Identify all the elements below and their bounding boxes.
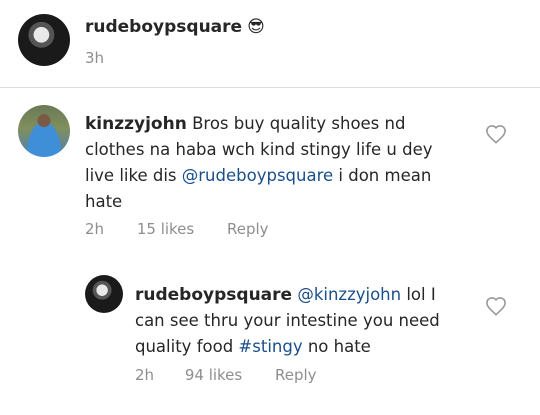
- mention-link[interactable]: @rudeboypsquare: [182, 166, 333, 185]
- comment-author-username[interactable]: kinzzyjohn: [85, 114, 187, 134]
- sunglasses-emoji: 😎: [247, 17, 265, 37]
- reply-button[interactable]: Reply: [275, 366, 317, 384]
- post-author-username[interactable]: rudeboypsquare: [85, 17, 242, 37]
- mention-link[interactable]: @kinzzyjohn: [297, 285, 401, 304]
- reply-button[interactable]: Reply: [227, 220, 269, 238]
- like-button[interactable]: [485, 124, 507, 144]
- post-time: 3h: [85, 49, 105, 67]
- comment-meta: 2h 15 likes Reply: [85, 220, 269, 238]
- reply-meta: 2h 94 likes Reply: [135, 366, 317, 384]
- reply-text: no hate: [302, 337, 371, 356]
- comment-author-avatar[interactable]: [18, 105, 70, 157]
- reply-body: rudeboypsquare @kinzzyjohn lol I can see…: [135, 282, 455, 360]
- hashtag-link[interactable]: #stingy: [238, 337, 302, 356]
- like-button[interactable]: [485, 296, 507, 316]
- reply-author-avatar[interactable]: [85, 275, 123, 313]
- heart-outline-icon: [486, 297, 506, 316]
- comment-likes[interactable]: 15 likes: [137, 220, 194, 238]
- post-author-row: rudeboypsquare 😎: [85, 17, 265, 37]
- reply-author-username[interactable]: rudeboypsquare: [135, 285, 292, 305]
- divider: [0, 87, 540, 88]
- post-author-avatar[interactable]: [18, 14, 70, 66]
- comment-body: kinzzyjohn Bros buy quality shoes nd clo…: [85, 111, 455, 215]
- reply-likes[interactable]: 94 likes: [185, 366, 242, 384]
- heart-outline-icon: [486, 125, 506, 144]
- comment-time: 2h: [85, 220, 105, 238]
- reply-time: 2h: [135, 366, 155, 384]
